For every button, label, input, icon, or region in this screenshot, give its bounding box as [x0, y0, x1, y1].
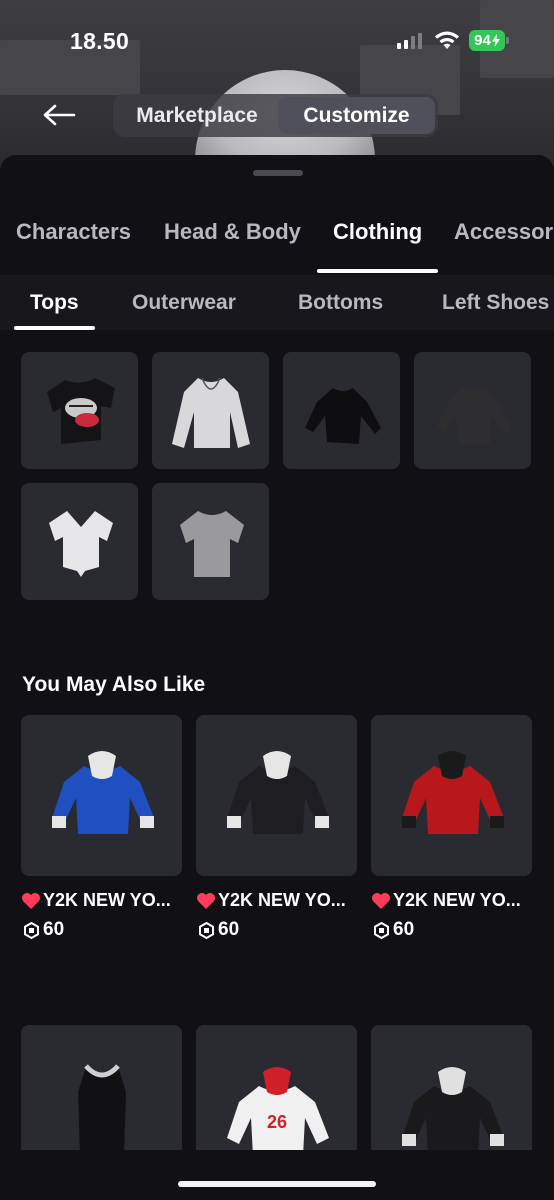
tab-clothing[interactable]: Clothing: [333, 219, 422, 245]
back-arrow-icon[interactable]: [40, 100, 80, 130]
cellular-signal-icon: [397, 33, 422, 49]
product-card-image[interactable]: [196, 715, 357, 876]
white-tied-shirt-icon: [48, 510, 113, 577]
robux-icon: [199, 921, 214, 939]
product-price: 60: [198, 919, 239, 941]
robux-icon: [24, 921, 39, 939]
sheet-drag-handle[interactable]: [253, 170, 303, 176]
red-white-jersey-icon: 26: [226, 1066, 329, 1156]
wifi-icon: [435, 31, 459, 49]
bottom-bar-area: [0, 1150, 554, 1200]
dark-longsleeve-icon: [435, 385, 512, 444]
black-jersey-icon: [401, 1066, 504, 1156]
tab-accessories[interactable]: Accessor: [454, 219, 553, 245]
heart-icon: [197, 892, 215, 909]
black-longsleeve-icon: [304, 387, 381, 444]
marketplace-tab[interactable]: Marketplace: [116, 97, 278, 134]
customize-tab[interactable]: Customize: [278, 97, 435, 134]
svg-text:26: 26: [266, 1112, 286, 1132]
tab-tops[interactable]: Tops: [30, 291, 79, 315]
black-tank-top-icon: [77, 1063, 126, 1156]
white-longsleeve-icon: [171, 377, 250, 448]
tab-head-body[interactable]: Head & Body: [164, 219, 301, 245]
heart-icon: [372, 892, 390, 909]
subcategory-tabs: Tops Outerwear Bottoms Left Shoes: [0, 275, 554, 330]
tab-left-shoes[interactable]: Left Shoes: [442, 291, 549, 315]
item-tile[interactable]: [152, 483, 269, 600]
status-time: 18.50: [70, 28, 130, 54]
charging-bolt-icon: [491, 34, 500, 47]
black-jersey-icon: [226, 750, 329, 834]
mode-switcher: Marketplace Customize: [113, 94, 438, 137]
battery-nub: [506, 37, 509, 44]
item-tile[interactable]: [152, 352, 269, 469]
tab-bottoms[interactable]: Bottoms: [298, 291, 383, 315]
active-category-indicator: [317, 269, 438, 273]
tab-characters[interactable]: Characters: [16, 219, 131, 245]
blue-jersey-icon: [51, 750, 154, 834]
grey-tshirt-icon: [179, 510, 244, 577]
battery-indicator: 94: [469, 30, 505, 51]
product-price: 60: [373, 919, 414, 941]
section-title-recommendations: You May Also Like: [22, 673, 206, 696]
customize-sheet: Characters Head & Body Clothing Accessor…: [0, 155, 554, 1200]
item-tile[interactable]: [21, 483, 138, 600]
red-jersey-icon: [401, 750, 504, 834]
category-tabs: Characters Head & Body Clothing Accessor: [0, 197, 554, 275]
product-name[interactable]: Y2K NEW YO...: [196, 890, 346, 911]
product-name[interactable]: Y2K NEW YO...: [21, 890, 171, 911]
home-indicator[interactable]: [178, 1181, 376, 1187]
status-bar: 18.50 94: [0, 0, 554, 84]
product-card-image[interactable]: [21, 715, 182, 876]
item-tile[interactable]: [283, 352, 400, 469]
item-tile[interactable]: [21, 352, 138, 469]
battery-level: 94: [474, 32, 491, 49]
product-name[interactable]: Y2K NEW YO...: [371, 890, 521, 911]
item-tile[interactable]: [414, 352, 531, 469]
robux-icon: [374, 921, 389, 939]
tab-outerwear[interactable]: Outerwear: [132, 291, 236, 315]
active-subcategory-indicator: [14, 326, 95, 330]
graphic-tshirt-icon: [46, 377, 115, 444]
heart-icon: [22, 892, 40, 909]
product-card-image[interactable]: [371, 715, 532, 876]
product-price: 60: [23, 919, 64, 941]
